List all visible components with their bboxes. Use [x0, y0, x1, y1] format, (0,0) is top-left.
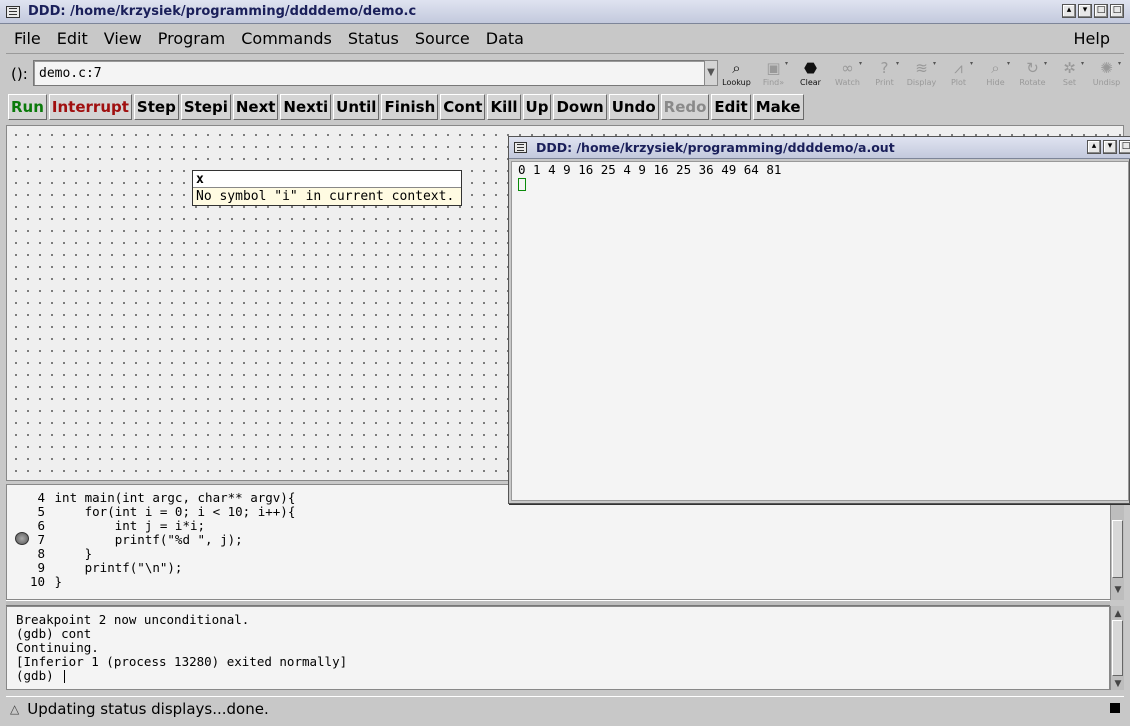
clear-button[interactable]: ⬣ Clear	[792, 58, 829, 90]
close-icon[interactable]: □	[1110, 4, 1124, 18]
minimize-icon[interactable]: ▾	[1078, 4, 1092, 18]
breakpoint-icon[interactable]	[15, 532, 29, 545]
find-icon: ▣	[766, 59, 781, 77]
print-button[interactable]: ▾? Print	[866, 58, 903, 90]
window-menu-icon[interactable]	[6, 5, 20, 18]
menu-status[interactable]: Status	[340, 25, 407, 53]
gdb-console[interactable]: Breakpoint 2 now unconditional. (gdb) co…	[6, 606, 1110, 690]
undisp-button[interactable]: ▾ ✺ Undisp	[1088, 58, 1125, 90]
source-line[interactable]: 5 for(int i = 0; i < 10; i++){	[7, 505, 295, 519]
program-output[interactable]: 0 1 4 9 16 25 4 9 16 25 36 49 64 81	[511, 161, 1129, 501]
console-scrollbar[interactable]: ▲ ▼	[1110, 606, 1124, 690]
text-cursor	[64, 670, 66, 683]
execution-window[interactable]: DDD: /home/krzysiek/programming/ddddemo/…	[508, 136, 1130, 504]
source-line[interactable]: 10 }	[7, 575, 62, 589]
source-line[interactable]: 9 printf("\n");	[7, 561, 182, 575]
status-triangle-icon[interactable]: △	[10, 702, 19, 716]
hide-icon: ⌕	[991, 59, 1000, 77]
down-button[interactable]: Down	[553, 94, 607, 120]
run-button[interactable]: Run	[8, 94, 47, 120]
undo-button[interactable]: Undo	[608, 94, 659, 120]
redo-button[interactable]: Redo	[660, 94, 710, 120]
lookup-icon: ⌕	[732, 59, 741, 77]
scroll-down-icon[interactable]: ▼	[1111, 584, 1125, 596]
maximize-icon[interactable]: □	[1119, 140, 1130, 154]
menu-source[interactable]: Source	[407, 25, 478, 53]
cont-button[interactable]: Cont	[440, 94, 486, 120]
menu-data[interactable]: Data	[478, 25, 532, 53]
tooltip-message: No symbol "i" in current context.	[196, 189, 455, 204]
source-scrollbar-thumb[interactable]	[1112, 520, 1123, 578]
argument-dropdown-icon[interactable]: ▼	[704, 60, 718, 86]
execution-window-title: DDD: /home/krzysiek/programming/ddddemo/…	[536, 140, 895, 155]
rotate-icon: ↻	[1026, 59, 1039, 77]
display-button[interactable]: ▾ ≋ Display	[903, 58, 940, 90]
minimize-icon[interactable]: ▾	[1103, 140, 1117, 154]
next-button[interactable]: Next	[232, 94, 279, 120]
make-button[interactable]: Make	[752, 94, 804, 120]
edit-button[interactable]: Edit	[711, 94, 751, 120]
value-tooltip: x No symbol "i" in current context.	[192, 170, 462, 206]
menu-view[interactable]: View	[96, 25, 150, 53]
stepi-button[interactable]: Stepi	[180, 94, 231, 120]
tooltip-variable-name: x	[193, 171, 461, 188]
scroll-down-icon[interactable]: ▼	[1111, 678, 1125, 690]
argument-field[interactable]: demo.c:7	[33, 60, 709, 86]
kill-button[interactable]: Kill	[487, 94, 521, 120]
console-prompt[interactable]: (gdb)	[16, 669, 66, 683]
window-titlebar[interactable]: DDD: /home/krzysiek/programming/ddddemo/…	[0, 0, 1130, 24]
nexti-button[interactable]: Nexti	[280, 94, 332, 120]
rotate-button[interactable]: ▾ ↻ Rotate	[1014, 58, 1051, 90]
watch-button[interactable]: ▾ ∞ Watch	[829, 58, 866, 90]
console-scrollbar-thumb[interactable]	[1112, 620, 1123, 676]
menu-program[interactable]: Program	[150, 25, 234, 53]
set-button[interactable]: ▾ ✲ Set	[1051, 58, 1088, 90]
find-button[interactable]: ▾ ▣ Find»	[755, 58, 792, 90]
shade-icon[interactable]: ▴	[1062, 4, 1076, 18]
interrupt-button[interactable]: Interrupt	[48, 94, 132, 120]
finish-button[interactable]: Finish	[381, 94, 439, 120]
argument-toolbar: (): demo.c:7 ▼ ⌕ Lookup ▾ ▣ Find» ⬣ Clear ▾ ∞…	[6, 56, 1124, 92]
status-bar: △ Updating status displays...done.	[6, 696, 1124, 720]
status-message: Updating status displays...done.	[27, 699, 269, 718]
up-button[interactable]: Up	[522, 94, 552, 120]
until-button[interactable]: Until	[333, 94, 380, 120]
console-line: [Inferior 1 (process 13280) exited norma…	[16, 654, 348, 669]
hide-button[interactable]: ▾ ⌕ Hide	[977, 58, 1014, 90]
menu-commands[interactable]: Commands	[233, 25, 340, 53]
scroll-up-icon[interactable]: ▲	[1111, 608, 1125, 620]
plot-button[interactable]: ▾ ⩘ Plot	[940, 58, 977, 90]
argument-label: ():	[11, 65, 28, 83]
menubar: File Edit View Program Commands Status S…	[6, 24, 1124, 54]
console-line: (gdb) cont	[16, 626, 92, 641]
set-icon: ✲	[1063, 59, 1076, 77]
menu-help[interactable]: Help	[1066, 25, 1118, 53]
busy-indicator-icon	[1110, 703, 1120, 713]
console-line: Continuing.	[16, 640, 99, 655]
program-output-text: 0 1 4 9 16 25 4 9 16 25 36 49 64 81	[518, 162, 782, 177]
source-line[interactable]: 4 int main(int argc, char** argv){	[7, 491, 295, 505]
command-tool: Run Interrupt Step Stepi Next Nexti Unti…	[6, 92, 1124, 122]
window-title: DDD: /home/krzysiek/programming/ddddemo/…	[28, 4, 417, 19]
print-icon: ?	[880, 59, 889, 77]
menu-file[interactable]: File	[6, 25, 49, 53]
step-button[interactable]: Step	[133, 94, 179, 120]
terminal-cursor	[518, 178, 526, 191]
stop-icon: ⬣	[803, 59, 818, 77]
source-line[interactable]: 7 printf("%d ", j);	[7, 533, 242, 547]
execution-window-titlebar[interactable]: DDD: /home/krzysiek/programming/ddddemo/…	[509, 137, 1130, 159]
watch-icon: ∞	[841, 59, 854, 77]
shade-icon[interactable]: ▴	[1087, 140, 1101, 154]
display-icon: ≋	[915, 59, 928, 77]
plot-icon: ⩘	[954, 59, 963, 77]
lookup-button[interactable]: ⌕ Lookup	[718, 58, 755, 90]
maximize-icon[interactable]: □	[1094, 4, 1108, 18]
undisp-icon: ✺	[1100, 59, 1113, 77]
source-line[interactable]: 6 int j = i*i;	[7, 519, 205, 533]
window-menu-icon[interactable]	[514, 142, 527, 153]
console-line: Breakpoint 2 now unconditional.	[16, 612, 250, 627]
menu-edit[interactable]: Edit	[49, 25, 96, 53]
source-line[interactable]: 8 }	[7, 547, 92, 561]
